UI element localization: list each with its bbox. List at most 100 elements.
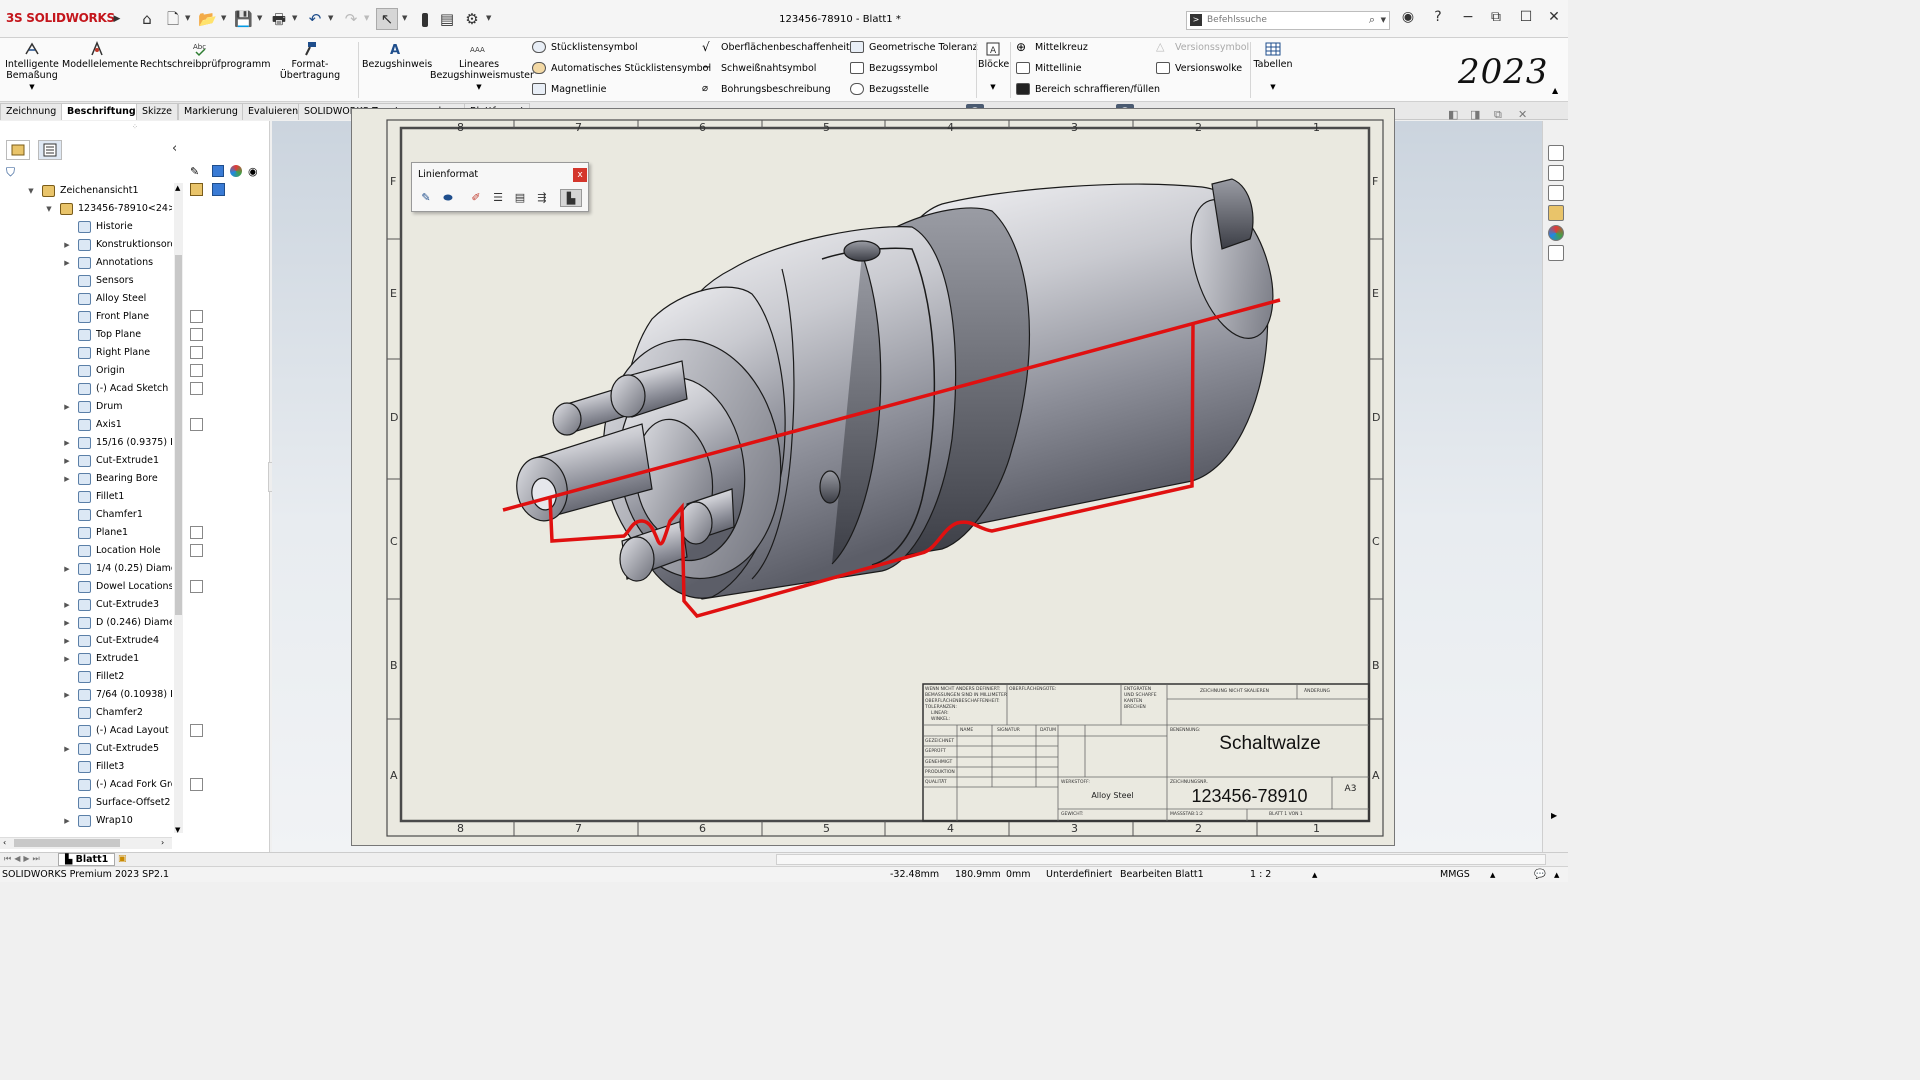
tree-item[interactable]: ▶ 1/4 (0.25) Diamet [0, 560, 172, 578]
redo-dropdown-icon[interactable]: ▼ [364, 14, 369, 22]
next-view-icon[interactable]: ◨ [1470, 108, 1480, 121]
dropdown-arrow-icon[interactable]: ▼ [476, 83, 481, 91]
maximize-icon[interactable]: ☐ [1516, 9, 1536, 25]
tree-item[interactable]: ▶ Cut-Extrude4 [0, 632, 172, 650]
tree-item[interactable]: Fillet1 [0, 488, 172, 506]
status-scale[interactable]: 1 : 2 [1250, 869, 1271, 880]
tree-item[interactable]: Fillet3 [0, 758, 172, 776]
status-units[interactable]: MMGS [1440, 869, 1470, 880]
taskpane-arrow-icon[interactable]: ▶ [1551, 811, 1557, 820]
hide-show-edges-icon[interactable]: ⇶ [534, 191, 550, 205]
print-icon[interactable]: 🖶 [270, 10, 288, 28]
tree-item[interactable]: ▶ Bearing Bore [0, 470, 172, 488]
tree-item[interactable]: Surface-Offset2 [0, 794, 172, 812]
solidworks-logo[interactable]: 3S SOLIDWORKS [6, 11, 115, 25]
save-icon[interactable]: 💾 [234, 10, 253, 28]
visibility-icon[interactable]: ◉ [248, 165, 258, 178]
expand-arrow-icon[interactable]: ▶ [62, 686, 72, 704]
line-style-icon[interactable]: ▤ [512, 191, 528, 205]
close-window-icon[interactable]: ✕ [1544, 9, 1564, 25]
save-dropdown-icon[interactable]: ▼ [257, 14, 262, 22]
select-cursor-icon[interactable]: ↖ [376, 8, 398, 30]
dropdown-arrow-icon[interactable]: ▼ [29, 83, 34, 91]
auto-stuecklistensymbol-button[interactable]: Automatisches Stücklistensymbol [532, 62, 711, 74]
tree-item[interactable]: Location Hole [0, 542, 172, 560]
tree-item[interactable]: Chamfer1 [0, 506, 172, 524]
bezugssymbol-button[interactable]: Bezugssymbol [850, 62, 938, 74]
dropdown-arrow-icon[interactable]: ▼ [990, 83, 995, 91]
property-manager-tab-icon[interactable] [38, 140, 62, 160]
oberflaechenbeschaffenheit-button[interactable]: √ Oberflächenbeschaffenheit [702, 41, 850, 53]
scale-up-icon[interactable]: ▲ [1312, 871, 1317, 879]
tree-item[interactable]: Fillet2 [0, 668, 172, 686]
menu-expand-icon[interactable]: ▶ [108, 10, 126, 28]
plane-visibility-icon[interactable] [190, 364, 203, 377]
lineares-bezugshinweismuster-button[interactable]: AAA Lineares Bezugshinweismuster ▼ [430, 41, 534, 93]
appearances-icon[interactable] [1548, 225, 1564, 241]
format-uebertragung-button[interactable]: Format-Übertragung [263, 41, 357, 81]
redo-icon[interactable]: ↷ [342, 10, 360, 28]
home-icon[interactable]: ⌂ [138, 10, 156, 28]
tree-item[interactable]: ▶ Konstruktionsord [0, 236, 172, 254]
versionssymbol-button[interactable]: △ Versionssymbol [1156, 41, 1249, 53]
close-view-icon[interactable]: ✕ [1518, 108, 1527, 121]
tree-horizontal-thumb[interactable] [14, 839, 120, 847]
chat-up-icon[interactable]: ▲ [1554, 871, 1559, 879]
add-sheet-icon[interactable]: ▣ [118, 854, 127, 864]
part-icon[interactable] [212, 183, 225, 196]
tree-item[interactable]: ▶ 15/16 (0.9375) Dia [0, 434, 172, 452]
tree-item[interactable]: (-) Acad Sketch [0, 380, 172, 398]
sheet-nav-icons[interactable]: ⏮◀▶⏭ [4, 854, 43, 864]
plane-visibility-icon[interactable] [190, 418, 203, 431]
expand-arrow-icon[interactable]: ▼ [26, 182, 36, 200]
expand-arrow-icon[interactable]: ▶ [62, 650, 72, 668]
tree-item[interactable]: ▶ D (0.246) Diamete [0, 614, 172, 632]
plane-visibility-icon[interactable] [190, 526, 203, 539]
tree-item[interactable]: ▶ Cut-Extrude1 [0, 452, 172, 470]
modellelemente-button[interactable]: Modellelemente [62, 41, 138, 70]
geometrische-toleranz-button[interactable]: Geometrische Toleranz [850, 41, 978, 53]
view-icon[interactable] [190, 183, 203, 196]
bereich-schraffieren-button[interactable]: Bereich schraffieren/füllen [1016, 83, 1160, 95]
scroll-left-icon[interactable]: ‹ [3, 838, 6, 847]
mittelkreuz-button[interactable]: ⊕ Mittelkreuz [1016, 41, 1088, 53]
filter-icon[interactable]: ⛉ [6, 165, 15, 180]
print-dropdown-icon[interactable]: ▼ [292, 14, 297, 22]
search-icon[interactable]: ⌕ [1369, 13, 1375, 27]
user-account-icon[interactable]: ◉ [1398, 9, 1418, 25]
plane-visibility-icon[interactable] [190, 328, 203, 341]
bezugshinweis-button[interactable]: A Bezugshinweis [362, 41, 432, 70]
change-layer-icon[interactable]: ⬬ [440, 191, 456, 205]
bezugsstelle-button[interactable]: Bezugsstelle [850, 83, 929, 95]
tree-item[interactable]: ▶ Drum [0, 398, 172, 416]
plane-visibility-icon[interactable] [190, 580, 203, 593]
expand-arrow-icon[interactable]: ▶ [62, 614, 72, 632]
tabellen-button[interactable]: Tabellen ▼ [1252, 41, 1294, 93]
line-color-icon[interactable]: ✐ [468, 191, 484, 205]
expand-arrow-icon[interactable]: ▶ [62, 452, 72, 470]
bohrungsbeschreibung-button[interactable]: ⌀ Bohrungsbeschreibung [702, 83, 831, 95]
line-thickness-icon[interactable]: ☰ [490, 191, 506, 205]
tree-item[interactable]: ▶ Cut-Extrude5 [0, 740, 172, 758]
tree-item[interactable]: Origin [0, 362, 172, 380]
file-explorer-icon[interactable] [1548, 185, 1564, 201]
versionswolke-button[interactable]: Versionswolke [1156, 62, 1242, 74]
intelligente-bemassung-button[interactable]: Intelligente Bemaßung ▼ [4, 41, 60, 93]
tab-skizze[interactable]: Skizze [136, 103, 178, 120]
tab-beschriftung[interactable]: Beschriftung [61, 103, 142, 120]
home-taskpane-icon[interactable] [1548, 145, 1564, 161]
tab-zeichnung[interactable]: Zeichnung [0, 103, 63, 120]
custom-properties-icon[interactable] [1548, 245, 1564, 261]
tree-item[interactable]: Plane1 [0, 524, 172, 542]
plane-visibility-icon[interactable] [190, 310, 203, 323]
search-dropdown-icon[interactable]: ▼ [1381, 16, 1386, 24]
scroll-up-icon[interactable]: ▲ [175, 184, 180, 192]
mittellinie-button[interactable]: Mittellinie [1016, 62, 1082, 74]
tree-item[interactable]: Alloy Steel [0, 290, 172, 308]
feature-manager-tab-icon[interactable] [6, 140, 30, 160]
tree-item[interactable]: ▶ 7/64 (0.10938) Dia [0, 686, 172, 704]
scroll-down-icon[interactable]: ▼ [175, 826, 180, 834]
expand-arrow-icon[interactable]: ▶ [62, 740, 72, 758]
options-gear-icon[interactable]: ⚙ [463, 10, 481, 28]
appearance-icon[interactable] [230, 165, 242, 177]
